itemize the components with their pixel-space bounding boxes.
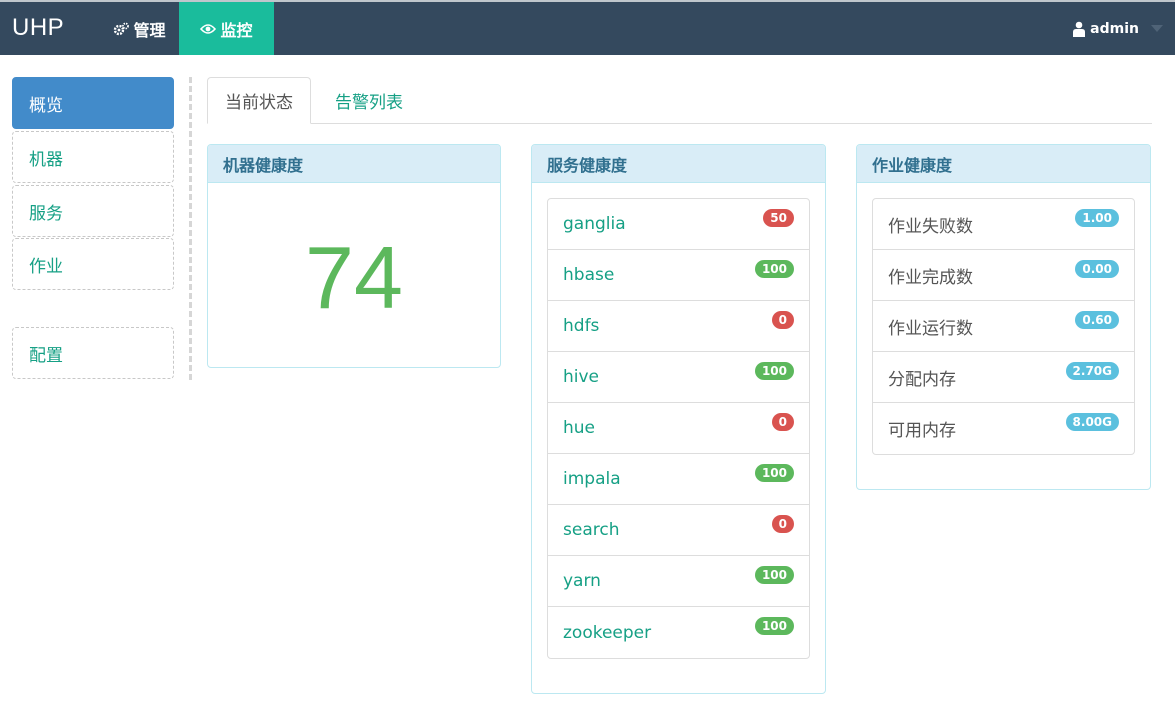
service-item-yarn[interactable]: yarn 100: [548, 556, 809, 607]
sidebar-item-overview[interactable]: 概览: [12, 77, 174, 129]
nav-monitor-label: 监控: [220, 20, 253, 40]
eye-icon: [200, 23, 217, 34]
metric-name: 可用内存: [888, 421, 956, 441]
service-item-ganglia[interactable]: ganglia 50: [548, 199, 809, 250]
nav-monitor[interactable]: 监控: [179, 2, 274, 55]
service-item-search[interactable]: search 0: [548, 505, 809, 556]
sidebar-item-label: 概览: [29, 95, 63, 116]
job-metric-allocated-memory: 分配内存 2.70G: [873, 352, 1134, 403]
service-score-badge: 100: [754, 566, 794, 584]
service-name: hive: [563, 367, 600, 387]
user-name: admin: [1090, 20, 1139, 37]
tab-bar: 当前状态 告警列表: [207, 77, 1152, 124]
metric-value-badge: 8.00G: [1065, 413, 1119, 431]
metric-value-badge: 2.70G: [1065, 362, 1119, 380]
sidebar-item-services[interactable]: 服务: [12, 185, 174, 237]
metric-name: 分配内存: [888, 369, 956, 390]
sidebar-item-config[interactable]: 配置: [12, 327, 174, 379]
service-item-hue[interactable]: hue 0: [548, 403, 809, 454]
sidebar-item-label: 作业: [29, 256, 63, 277]
tab-current-status[interactable]: 当前状态: [207, 77, 311, 124]
service-score-badge: 0: [771, 515, 794, 533]
job-health-panel: 作业健康度 作业失败数 1.00 作业完成数 0.00 作业运行数 0.60 分…: [856, 144, 1151, 490]
service-name: ganglia: [563, 214, 626, 234]
panel-title: 机器健康度: [208, 145, 500, 183]
panel-title: 作业健康度: [857, 145, 1150, 183]
user-icon: [1073, 21, 1086, 37]
chevron-down-icon: [1151, 25, 1163, 32]
sidebar-divider: [189, 77, 192, 380]
service-name: hue: [563, 418, 596, 438]
service-score-badge: 100: [754, 464, 794, 482]
service-score-badge: 100: [754, 260, 794, 278]
service-score-badge: 50: [763, 209, 794, 227]
service-name: impala: [563, 469, 621, 489]
job-metric-failed: 作业失败数 1.00: [873, 199, 1134, 250]
job-metric-list: 作业失败数 1.00 作业完成数 0.00 作业运行数 0.60 分配内存 2.…: [872, 198, 1135, 455]
tab-alert-list[interactable]: 告警列表: [311, 77, 427, 124]
sidebar-item-jobs[interactable]: 作业: [12, 238, 174, 290]
metric-value-badge: 0.60: [1075, 311, 1119, 329]
top-navbar: UHP 管理 监控 admin: [0, 0, 1175, 55]
service-item-hbase[interactable]: hbase 100: [548, 250, 809, 301]
service-name: hdfs: [563, 316, 600, 336]
metric-value-badge: 0.00: [1075, 260, 1119, 278]
gears-icon: [114, 22, 130, 35]
service-health-panel: 服务健康度 ganglia 50 hbase 100 hdfs 0 hive 1…: [531, 144, 826, 694]
job-metric-running: 作业运行数 0.60: [873, 301, 1134, 352]
service-list: ganglia 50 hbase 100 hdfs 0 hive 100 hue…: [547, 198, 810, 659]
sidebar-item-label: 配置: [29, 345, 63, 366]
service-name: search: [563, 520, 620, 540]
metric-name: 作业完成数: [888, 267, 973, 288]
sidebar-item-label: 机器: [29, 149, 63, 170]
panel-title: 服务健康度: [532, 145, 825, 183]
job-metric-completed: 作业完成数 0.00: [873, 250, 1134, 301]
service-score-badge: 0: [771, 311, 794, 329]
metric-name: 作业运行数: [888, 318, 973, 339]
service-item-zookeeper[interactable]: zookeeper 100: [548, 607, 809, 658]
nav-manage-label: 管理: [133, 20, 166, 40]
service-name: zookeeper: [563, 622, 652, 643]
service-score-badge: 100: [754, 617, 794, 635]
machine-health-panel: 机器健康度 74: [207, 144, 501, 368]
brand-logo[interactable]: UHP: [12, 14, 64, 42]
service-score-badge: 100: [754, 362, 794, 380]
service-score-badge: 0: [771, 413, 794, 431]
machine-health-score: 74: [305, 228, 403, 327]
service-item-impala[interactable]: impala 100: [548, 454, 809, 505]
sidebar-item-machines[interactable]: 机器: [12, 131, 174, 183]
service-name: hbase: [563, 265, 615, 285]
user-menu[interactable]: admin: [1072, 2, 1163, 55]
sidebar-item-label: 服务: [29, 203, 63, 224]
service-item-hdfs[interactable]: hdfs 0: [548, 301, 809, 352]
nav-manage[interactable]: 管理: [100, 2, 179, 55]
metric-name: 作业失败数: [888, 216, 973, 237]
metric-value-badge: 1.00: [1075, 209, 1119, 227]
service-item-hive[interactable]: hive 100: [548, 352, 809, 403]
job-metric-available-memory: 可用内存 8.00G: [873, 403, 1134, 454]
service-name: yarn: [563, 571, 601, 591]
